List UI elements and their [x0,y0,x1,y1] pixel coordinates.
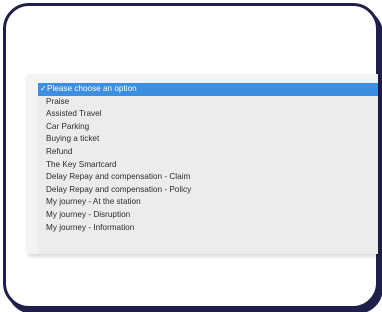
option-label: Please choose an option [47,84,137,93]
option-label: The Key Smartcard [46,159,117,169]
option-delay-repay-policy[interactable]: Delay Repay and compensation - Policy [38,184,378,197]
option-car-parking[interactable]: Car Parking [38,121,378,134]
option-label: Delay Repay and compensation - Policy [46,184,192,194]
option-journey-information[interactable]: My journey - Information [38,222,378,235]
option-delay-repay-claim[interactable]: Delay Repay and compensation - Claim [38,171,378,184]
option-journey-disruption[interactable]: My journey - Disruption [38,209,378,222]
options-dropdown-list[interactable]: ✓Please choose an option Praise Assisted… [38,83,378,254]
option-label: My journey - At the station [46,197,141,207]
option-buying-a-ticket[interactable]: Buying a ticket [38,133,378,146]
option-label: Refund [46,146,73,156]
option-key-smartcard[interactable]: The Key Smartcard [38,159,378,172]
option-refund[interactable]: Refund [38,146,378,159]
checkmark-icon: ✓ [40,84,47,93]
option-label: Buying a ticket [46,134,100,144]
option-please-choose[interactable]: ✓Please choose an option [38,83,378,96]
option-label: Delay Repay and compensation - Claim [46,172,191,182]
option-journey-at-station[interactable]: My journey - At the station [38,196,378,209]
option-assisted-travel[interactable]: Assisted Travel [38,108,378,121]
option-praise[interactable]: Praise [38,96,378,109]
option-label: My journey - Information [46,222,135,232]
option-label: Praise [46,96,70,106]
option-label: Car Parking [46,121,90,131]
option-label: Assisted Travel [46,109,102,119]
screenshot-panel: ✓Please choose an option Praise Assisted… [27,74,378,254]
option-label: My journey - Disruption [46,209,131,219]
card-frame: ✓Please choose an option Praise Assisted… [3,3,379,309]
